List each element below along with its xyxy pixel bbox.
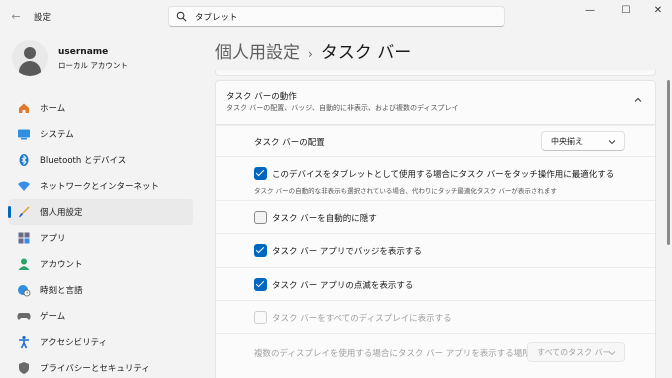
search-input[interactable]: タブレット: [168, 6, 505, 27]
page-title: タスク バー: [320, 43, 412, 63]
sidebar-item-label: ゲーム: [40, 312, 66, 322]
brush-icon: [19, 206, 30, 218]
sidebar-item-network[interactable]: ネットワークとインターネット: [8, 173, 193, 199]
flashing-checkbox[interactable]: [254, 278, 267, 291]
tablet-optimize-row: このデバイスをタブレットとして使用する場合にタスク バーをタッチ操作用に最適化す…: [216, 156, 655, 200]
minimize-button[interactable]: —: [579, 4, 601, 18]
all-displays-label: タスク バーをすべてのディスプレイに表示する: [272, 314, 452, 324]
flashing-label: タスク バー アプリの点滅を表示する: [272, 281, 414, 291]
alignment-row: タスク バーの配置 中央揃え: [216, 126, 655, 156]
sidebar-item-privacy[interactable]: プライバシーとセキュリティ: [8, 355, 193, 378]
avatar: [12, 40, 48, 76]
system-icon: [18, 129, 30, 140]
flashing-row: タスク バー アプリの点滅を表示する: [216, 267, 655, 300]
multi-display-value: すべてのタスク バー: [537, 348, 611, 357]
chevron-down-icon: [608, 351, 616, 356]
accessibility-icon: [19, 335, 29, 349]
home-icon: [19, 103, 29, 113]
back-arrow-icon[interactable]: ←: [8, 9, 24, 25]
auto-hide-row: タスク バーを自動的に隠す: [216, 200, 655, 233]
auto-hide-label: タスク バーを自動的に隠す: [272, 214, 377, 224]
bluetooth-icon: [19, 154, 29, 166]
globe-clock-icon: [18, 285, 31, 297]
scrollbar[interactable]: [667, 80, 670, 245]
badges-checkbox[interactable]: [254, 244, 267, 257]
settings-panel: タスク バーの動作 タスク バーの配置、バッジ、自動的に非表示、および複数のディ…: [215, 70, 656, 378]
alignment-dropdown[interactable]: 中央揃え: [541, 131, 625, 151]
alignment-label: タスク バーの配置: [254, 138, 325, 148]
sidebar-nav: ホーム システム Bluetooth とデバイス ネットワークとインターネット …: [8, 95, 193, 378]
search-value: タブレット: [195, 13, 238, 23]
tablet-optimize-description: タスク バーの自動的な非表示も選択されている場合、代わりにタッチ最適化タスク バ…: [254, 187, 557, 195]
sidebar-item-label: 個人用設定: [40, 208, 83, 218]
sidebar-item-apps[interactable]: アプリ: [8, 225, 193, 251]
network-icon: [18, 181, 30, 191]
account-icon: [18, 258, 30, 270]
previous-card-edge: [215, 70, 656, 76]
multi-display-row: 複数のディスプレイを使用する場合にタスク バー アプリを表示する場所 すべてのタ…: [216, 333, 655, 371]
sidebar-item-system[interactable]: システム: [8, 121, 193, 147]
sidebar-item-label: ネットワークとインターネット: [40, 182, 160, 192]
sidebar-item-label: アプリ: [40, 234, 66, 244]
sidebar-item-label: ホーム: [40, 104, 66, 114]
sidebar-item-personalization[interactable]: 個人用設定: [8, 199, 193, 225]
sidebar-item-label: アクセシビリティ: [40, 338, 108, 348]
sidebar-item-label: アカウント: [40, 260, 83, 270]
multi-display-label: 複数のディスプレイを使用する場合にタスク バー アプリを表示する場所: [254, 349, 531, 359]
sidebar-item-accessibility[interactable]: アクセシビリティ: [8, 329, 193, 355]
multi-display-dropdown[interactable]: すべてのタスク バー: [527, 342, 625, 362]
tablet-optimize-label: このデバイスをタブレットとして使用する場合にタスク バーをタッチ操作用に最適化す…: [272, 170, 615, 180]
auto-hide-checkbox[interactable]: [254, 211, 267, 224]
selection-indicator: [8, 206, 11, 218]
shield-icon: [19, 362, 29, 374]
badges-label: タスク バー アプリでバッジを表示する: [272, 247, 422, 257]
breadcrumb-separator: ›: [308, 47, 313, 61]
section-title: タスク バーの動作: [226, 92, 297, 102]
apps-icon: [18, 232, 30, 244]
title-bar: ← 設定 タブレット — ☐ ✕: [0, 0, 672, 34]
sidebar-item-home[interactable]: ホーム: [8, 95, 193, 121]
sidebar-item-accounts[interactable]: アカウント: [8, 251, 193, 277]
app-title: 設定: [34, 13, 52, 23]
alignment-value: 中央揃え: [551, 137, 583, 146]
chevron-down-icon: [608, 140, 616, 145]
search-icon: [176, 11, 187, 22]
sidebar-item-gaming[interactable]: ゲーム: [8, 303, 193, 329]
maximize-button[interactable]: ☐: [615, 4, 637, 18]
breadcrumb-parent[interactable]: 個人用設定: [215, 43, 300, 63]
breadcrumb: 個人用設定 › タスク バー: [215, 38, 411, 63]
sidebar-item-label: 時刻と言語: [40, 286, 83, 296]
sidebar-item-time-language[interactable]: 時刻と言語: [8, 277, 193, 303]
taskbar-behaviors-body: タスク バーの配置 中央揃え このデバイスをタブレットとして使用する場合にタスク…: [215, 125, 656, 378]
sidebar-item-label: プライバシーとセキュリティ: [40, 364, 150, 374]
taskbar-behaviors-header[interactable]: タスク バーの動作 タスク バーの配置、バッジ、自動的に非表示、および複数のディ…: [215, 80, 656, 125]
sidebar-item-label: Bluetooth とデバイス: [40, 156, 127, 166]
close-button[interactable]: ✕: [647, 4, 669, 18]
sidebar-item-bluetooth[interactable]: Bluetooth とデバイス: [8, 147, 193, 173]
user-name: username: [58, 47, 109, 57]
section-subtitle: タスク バーの配置、バッジ、自動的に非表示、および複数のディスプレイ: [226, 104, 459, 112]
all-displays-row: タスク バーをすべてのディスプレイに表示する: [216, 300, 655, 333]
gamepad-icon: [17, 313, 31, 320]
user-profile[interactable]: username ローカル アカウント: [12, 40, 202, 80]
badges-row: タスク バー アプリでバッジを表示する: [216, 233, 655, 267]
chevron-up-icon: [634, 97, 642, 102]
all-displays-checkbox[interactable]: [254, 311, 267, 324]
tablet-optimize-checkbox[interactable]: [254, 167, 267, 180]
sidebar-item-label: システム: [40, 130, 74, 140]
account-type: ローカル アカウント: [58, 61, 128, 70]
